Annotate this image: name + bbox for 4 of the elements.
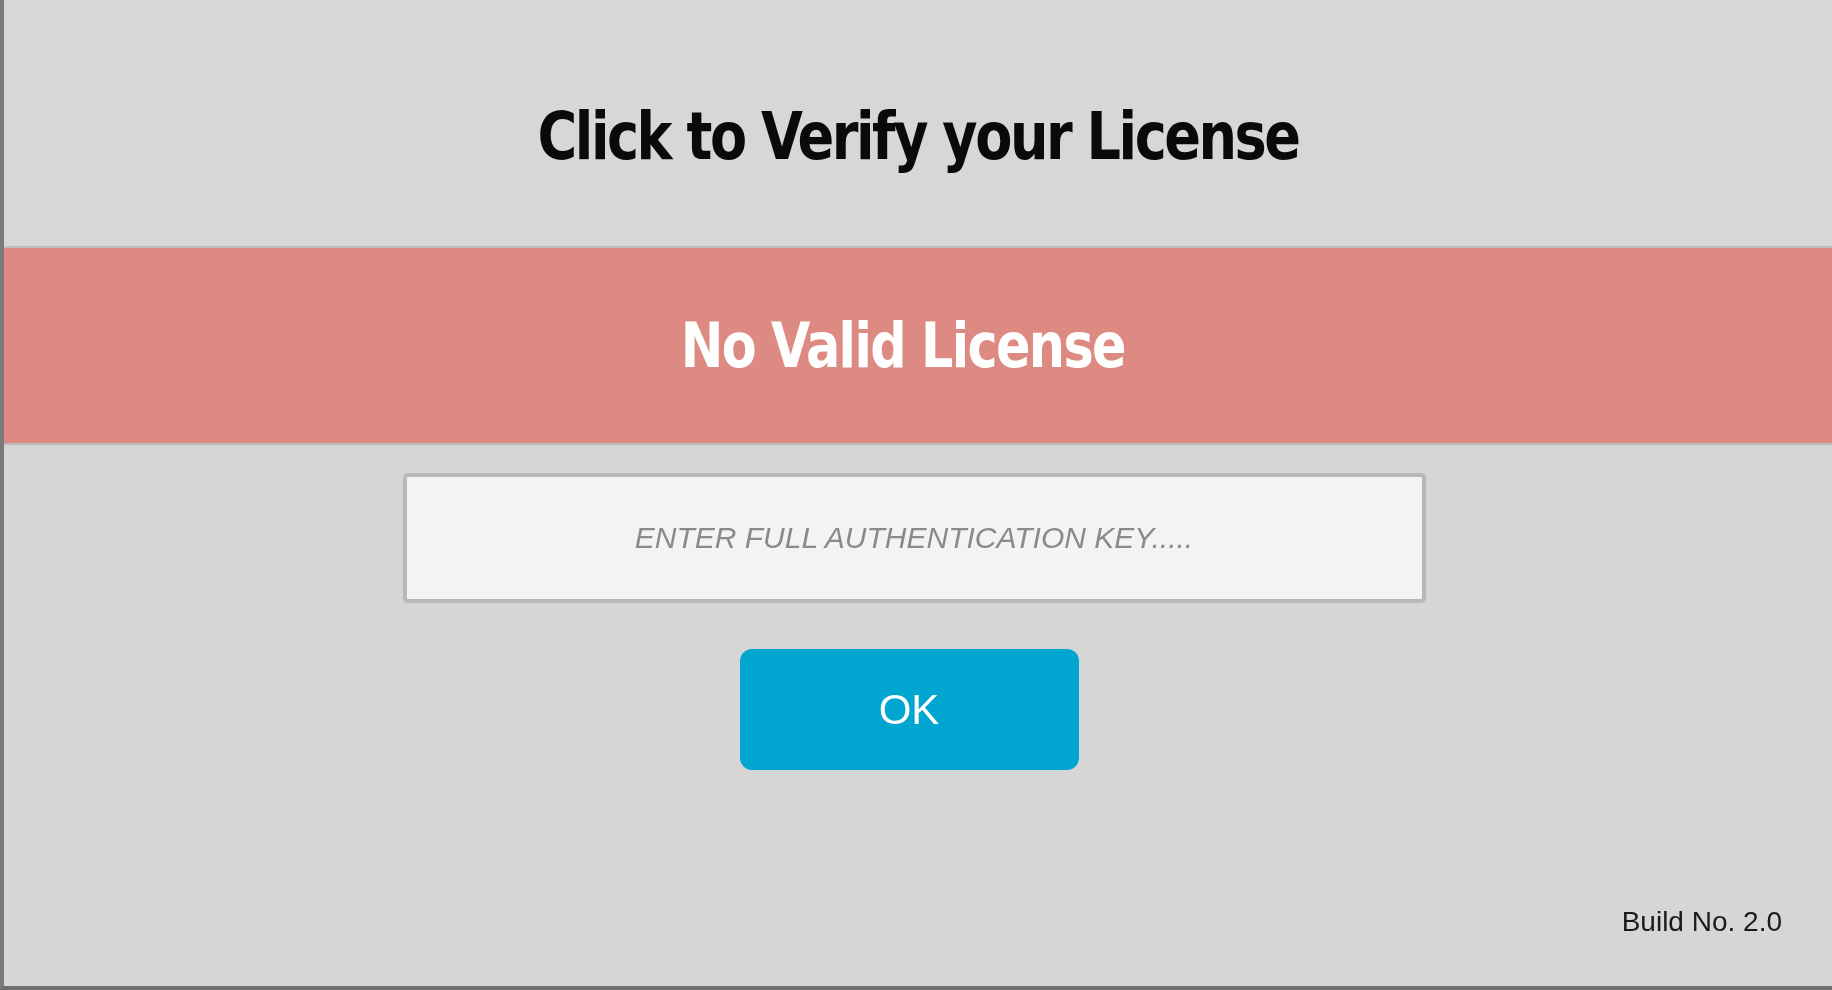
key-input-field[interactable]: ENTER FULL AUTHENTICATION KEY..... bbox=[402, 473, 1426, 603]
status-text: No Valid License bbox=[680, 309, 1126, 382]
build-number: Build No. 2.0 bbox=[1621, 906, 1782, 938]
title-heading[interactable]: Click to Verify your License bbox=[537, 97, 1299, 175]
